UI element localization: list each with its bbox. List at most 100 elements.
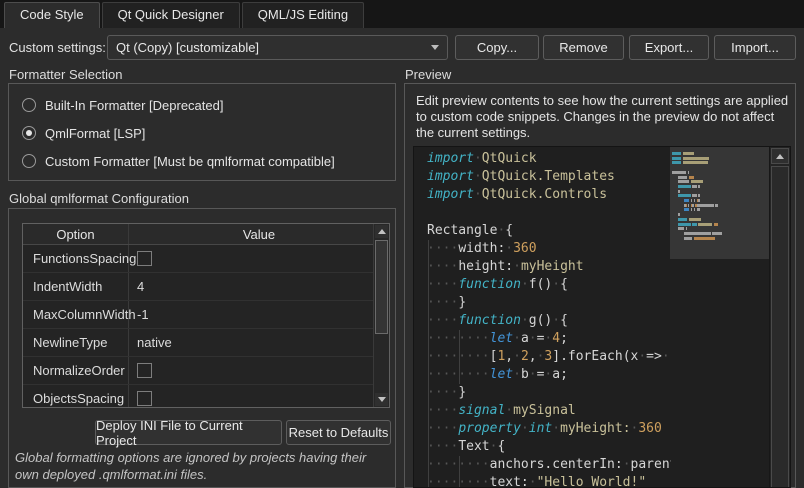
code-token: myHeight:: [560, 421, 631, 436]
code-editor[interactable]: import·QtQuick import·QtQuick.Templates im…: [413, 146, 791, 488]
radio-qmlformat[interactable]: QmlFormat [LSP]: [22, 125, 145, 141]
minimap-line: [678, 222, 691, 226]
table-row-maxcolumnwidth[interactable]: MaxColumnWidth -1: [23, 301, 389, 329]
import-button[interactable]: Import...: [714, 35, 796, 60]
code-token: ·: [552, 421, 561, 436]
code-token: ·: [528, 331, 537, 346]
tab-qt-quick-designer[interactable]: Qt Quick Designer: [101, 2, 240, 28]
checkbox-functionsspacing[interactable]: [137, 251, 152, 266]
tab-qml-js-editing[interactable]: QML/JS Editing: [241, 2, 365, 28]
code-line[interactable]: import·QtQuick: [427, 150, 671, 168]
editor-vscroll-thumb[interactable]: [771, 166, 789, 487]
table-vscroll[interactable]: [373, 224, 389, 407]
code-token: ····: [427, 295, 459, 310]
radio-custom-formatter[interactable]: Custom Formatter [Must be qmlformat comp…: [22, 153, 335, 169]
table-row-objectsspacing[interactable]: ObjectsSpacing: [23, 385, 389, 407]
indent-guide: [427, 312, 429, 330]
code-line[interactable]: ····function·f()·{: [427, 276, 671, 294]
scroll-down-button[interactable]: [375, 393, 388, 406]
option-cell: IndentWidth: [23, 273, 129, 300]
checkbox-objectsspacing[interactable]: [137, 391, 152, 406]
code-line[interactable]: Rectangle·{: [427, 222, 671, 240]
scroll-up-button[interactable]: [375, 225, 388, 238]
code-line[interactable]: import·QtQuick.Templates: [427, 168, 671, 186]
copy-button[interactable]: Copy...: [455, 35, 539, 60]
code-token: g(): [528, 313, 553, 328]
code-token: ·: [528, 367, 537, 382]
code-line[interactable]: ····function·g()·{: [427, 312, 671, 330]
indent-guide: [427, 456, 429, 474]
code-area[interactable]: import·QtQuick import·QtQuick.Templates im…: [414, 147, 671, 487]
scroll-up-icon: [776, 153, 784, 159]
editor-scroll-up-button[interactable]: [771, 148, 789, 164]
table-header-option[interactable]: Option: [23, 224, 129, 244]
code-line[interactable]: ····width:·360: [427, 240, 671, 258]
table-row-normalizeorder[interactable]: NormalizeOrder: [23, 357, 389, 385]
minimap-line: [689, 217, 702, 221]
code-line[interactable]: ····}: [427, 294, 671, 312]
code-token: QtQuick: [481, 151, 537, 166]
code-token: let: [489, 367, 514, 382]
code-token: ·: [505, 241, 514, 256]
minimap-line: [684, 231, 711, 235]
code-token: ·: [513, 331, 521, 346]
code-token: ·: [661, 349, 670, 364]
indent-guide: [427, 240, 429, 258]
deploy-ini-button[interactable]: Deploy INI File to Current Project: [95, 418, 282, 448]
minimap-line: [672, 161, 682, 165]
export-button[interactable]: Export...: [629, 35, 709, 60]
radio-label: Built-In Formatter [Deprecated]: [45, 97, 224, 113]
value-cell: [129, 245, 389, 272]
table-vscroll-thumb[interactable]: [375, 240, 388, 334]
code-line[interactable]: ····Text·{: [427, 438, 671, 456]
checkbox-normalizeorder[interactable]: [137, 363, 152, 378]
code-line[interactable]: ····signal·mySignal: [427, 402, 671, 420]
code-line[interactable]: import·QtQuick.Controls: [427, 186, 671, 204]
custom-settings-combobox[interactable]: Qt (Copy) [customizable]: [107, 35, 448, 60]
option-cell: FunctionsSpacing: [23, 245, 136, 272]
minimap-line: [693, 208, 696, 212]
minimap-line: [684, 236, 693, 240]
code-line[interactable]: ····property·int·myHeight:·360: [427, 420, 671, 438]
table-row-functionsspacing[interactable]: FunctionsSpacing: [23, 245, 389, 273]
minimap-line: [678, 175, 688, 179]
code-token: ·: [622, 457, 631, 472]
code-token: import: [427, 187, 474, 202]
editor-vscroll[interactable]: [769, 147, 790, 487]
global-config-title: Global qmlformat Configuration: [9, 191, 189, 206]
code-line[interactable]: ····}: [427, 384, 671, 402]
code-line[interactable]: ········text:·"Hello World!": [427, 474, 671, 487]
table-row-newlinetype[interactable]: NewlineType native: [23, 329, 389, 357]
code-token: f(): [528, 277, 553, 292]
code-token: QtQuick.Templates: [481, 169, 615, 184]
radio-built-in-formatter[interactable]: Built-In Formatter [Deprecated]: [22, 97, 223, 113]
code-token: ····: [427, 403, 459, 418]
table-row-indentwidth[interactable]: IndentWidth 4: [23, 273, 389, 301]
minimap-line: [693, 236, 716, 240]
code-line[interactable]: ····height:·myHeight: [427, 258, 671, 276]
code-line[interactable]: ········anchors.centerIn:·parent: [427, 456, 671, 474]
code-line[interactable]: ········[1,·2,·3].forEach(x·=>·: [427, 348, 671, 366]
code-line[interactable]: ········let·b·=·a;: [427, 366, 671, 384]
code-token: ·: [505, 403, 514, 418]
radio-label: Custom Formatter [Must be qmlformat comp…: [45, 153, 335, 169]
code-line[interactable]: [427, 204, 671, 222]
code-token: {: [560, 277, 568, 292]
code-token: mySignal: [513, 403, 576, 418]
table-header-value[interactable]: Value: [129, 224, 389, 244]
code-token: ·: [520, 277, 529, 292]
code-token: Text: [458, 439, 490, 454]
code-token: ····: [427, 259, 459, 274]
minimap[interactable]: [670, 147, 771, 487]
minimap-line: [678, 194, 691, 198]
code-token: 360: [513, 241, 537, 256]
code-token: text:: [489, 475, 529, 487]
code-token: ·: [513, 367, 521, 382]
reset-defaults-button[interactable]: Reset to Defaults: [286, 420, 391, 445]
tab-code-style[interactable]: Code Style: [4, 2, 100, 28]
code-line[interactable]: ········let·a·=·4;: [427, 330, 671, 348]
code-token: ·: [520, 313, 529, 328]
remove-button[interactable]: Remove: [543, 35, 624, 60]
minimap-line: [678, 180, 690, 184]
value-cell: 4: [129, 273, 389, 300]
